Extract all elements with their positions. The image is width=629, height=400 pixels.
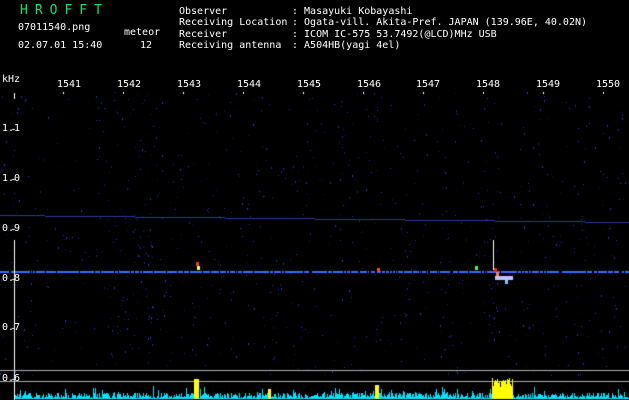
x-tick-8: 1548 [476,79,501,90]
location-value: : Ogata-vill. Akita-Pref. JAPAN (139.96E… [292,17,588,28]
x-tick-9: 1549 [536,79,561,90]
filename-label: 07011540.png [18,22,91,33]
x-tick-6: 1546 [357,79,382,90]
x-tick-3: 1543 [177,79,202,90]
y-tick-5: 0.7 [2,322,21,333]
antenna-value: : A504HB(yagi 4el) [292,40,401,51]
meteor-label: meteor [124,27,161,38]
y-tick-6: 0.6 [2,373,21,384]
datetime-label: 02.07.01 15:40 [18,40,103,51]
x-tick-2: 1542 [117,79,142,90]
y-axis-unit: kHz [2,74,21,85]
spectrogram [0,0,629,400]
y-tick-1: 1.1 [2,123,21,134]
location-label: Receiving Location [179,17,288,28]
meteor-count: 12 [140,40,153,51]
y-tick-4: 0.8 [2,273,21,284]
y-tick-2: 1.0 [2,173,21,184]
x-tick-1: 1541 [57,79,82,90]
y-tick-3: 0.9 [2,223,21,234]
x-tick-5: 1545 [297,79,322,90]
x-tick-4: 1544 [237,79,262,90]
hrofft-logo: HROFFT [20,3,109,18]
antenna-label: Receiving antenna [179,40,282,51]
x-tick-7: 1547 [416,79,441,90]
x-tick-10: 1550 [596,79,621,90]
